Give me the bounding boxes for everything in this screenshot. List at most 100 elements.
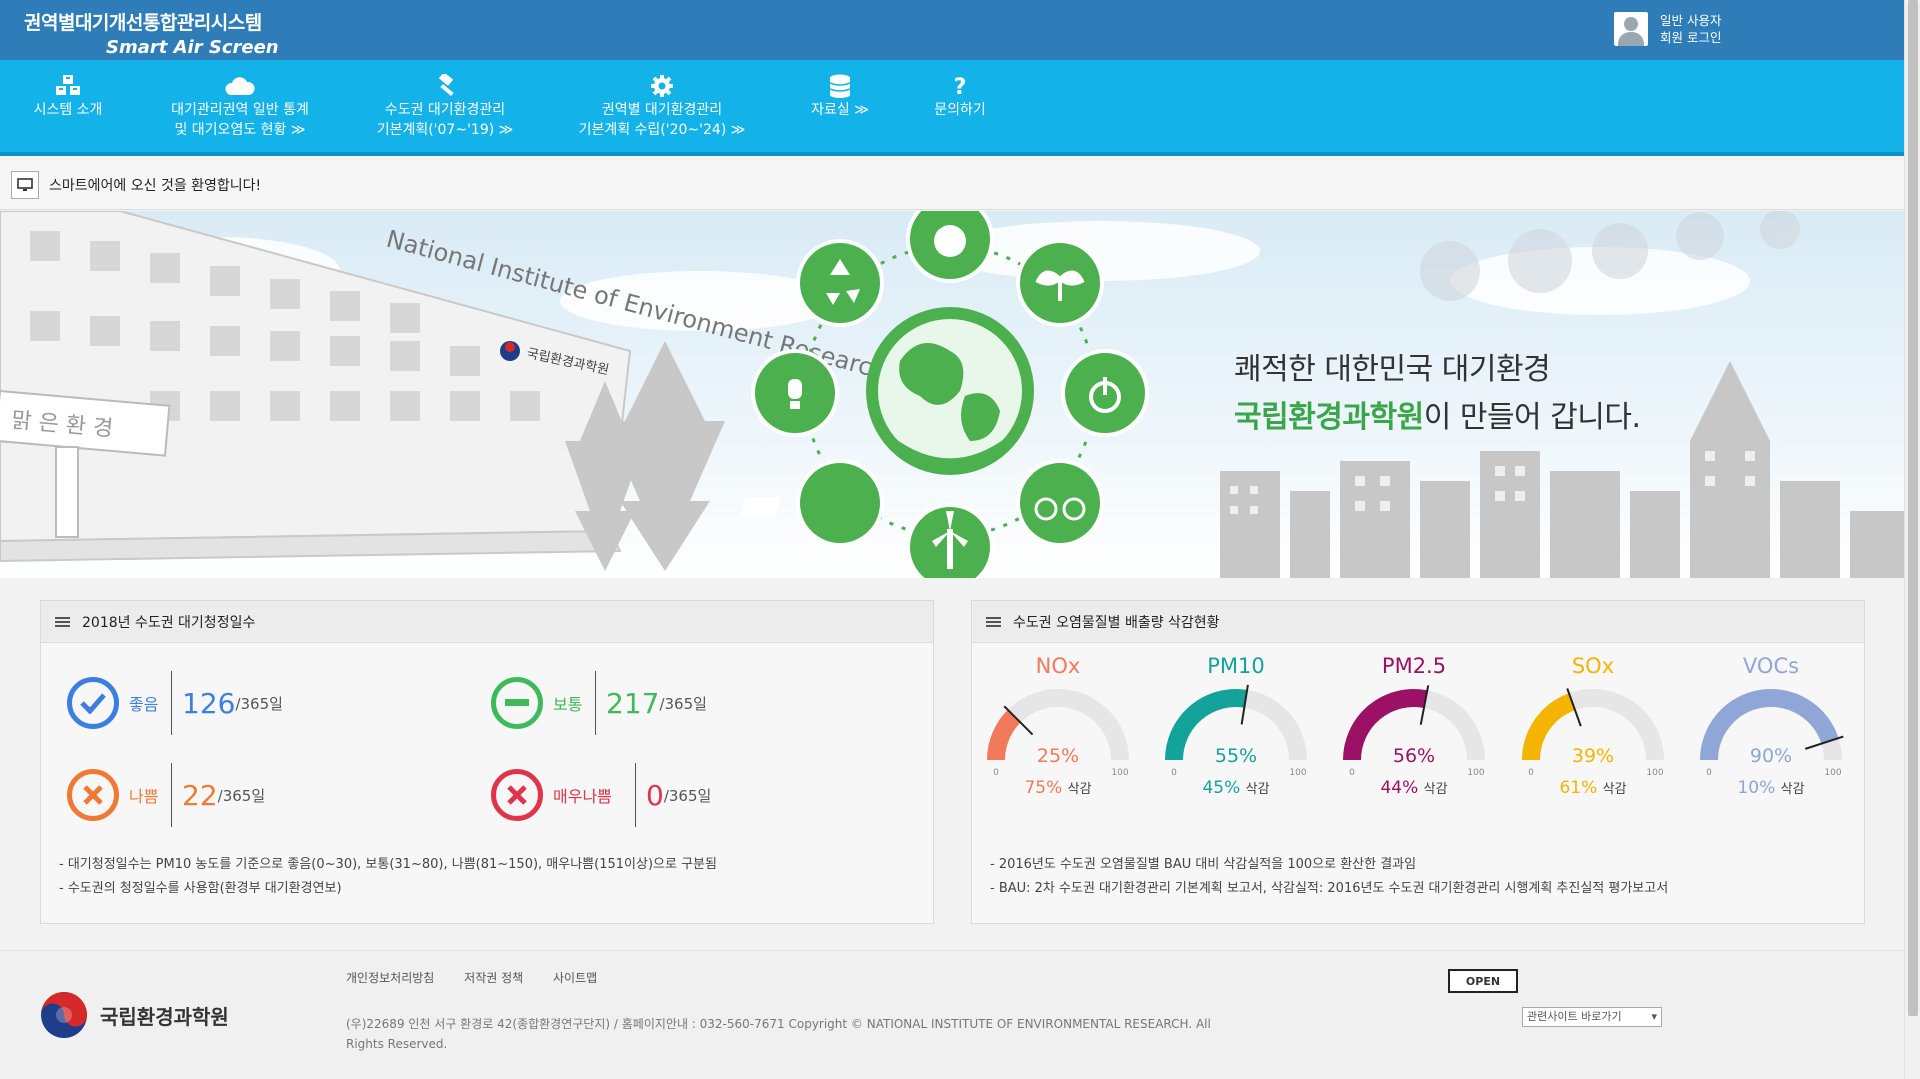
stat-label: 좋음 [129, 695, 159, 714]
nav-label: 및 대기오염도 현황 ≫ [174, 122, 306, 138]
header-bar: 권역별대기개선통합관리시스템 Smart Air Screen 일반 사용자 회… [0, 0, 1904, 60]
stat-moderate: 보통 217 /365일 [491, 671, 707, 735]
reduction-suffix: 삭감 [1602, 782, 1627, 797]
nav-label: 기본계획 수립('20~'24) ≫ [578, 122, 746, 138]
monitor-icon [11, 170, 39, 199]
gauge-reduction: 10% 삭감 [1686, 778, 1856, 798]
user-login-box[interactable]: 일반 사용자 회원 로그인 [1614, 12, 1721, 46]
nav-capital-plan[interactable]: 수도권 대기환경관리 기본계획('07~'19) ≫ [360, 74, 530, 140]
clean-days-panel: 2018년 수도권 대기청정일수 좋음 126 /365일 보통 217 /36… [40, 600, 934, 924]
gauge-min-label: 0 [1171, 768, 1177, 776]
reduction-suffix: 삭감 [1423, 782, 1448, 797]
page-scrollbar[interactable] [1904, 0, 1920, 1079]
reduction-suffix: 삭감 [1780, 782, 1805, 797]
footer-address: (우)22689 인천 서구 환경로 42(종합환경연구단지) / 홈페이지안내… [346, 1017, 1211, 1051]
privacy-policy-link[interactable]: 개인정보처리방침 [346, 971, 434, 985]
gauge-reduction: 45% 삭감 [1151, 778, 1321, 798]
related-sites-select[interactable]: 관련사이트 바로가기 ▾ [1522, 1007, 1662, 1027]
list-icon [55, 615, 70, 629]
sitemap-link[interactable]: 사이트맵 [553, 971, 597, 985]
gauge-dial: 25% 0 100 [987, 689, 1129, 776]
cubes-icon [56, 75, 80, 95]
nav-regional-plan[interactable]: 권역별 대기환경관리 기본계획 수립('20~'24) ≫ [562, 74, 762, 140]
footer-org-name: 국립환경과학원 [100, 1004, 229, 1029]
site-logo[interactable]: 권역별대기개선통합관리시스템 Smart Air Screen [24, 8, 279, 58]
list-icon [986, 615, 1001, 629]
gauge-vocs: VOCs 90% 0 100 10% 삭감 [1686, 654, 1856, 798]
stat-bad: 나쁨 22 /365일 [67, 763, 265, 827]
stat-denominator: /365일 [235, 694, 283, 713]
member-login-link[interactable]: 회원 로그인 [1660, 29, 1721, 46]
nav-label: 권역별 대기환경관리 [601, 102, 723, 118]
slogan-org: 국립환경과학원 [1234, 400, 1424, 435]
stat-good: 좋음 126 /365일 [67, 671, 283, 735]
hero-banner: National Institute of Environment Resear… [0, 211, 1904, 578]
panel-notes: - 2016년도 수도권 오염물질별 BAU 대비 삭감실적을 100으로 환산… [990, 853, 1668, 901]
avatar-icon [1614, 12, 1648, 46]
gauge-min-label: 0 [1706, 768, 1712, 776]
note-line: - BAU: 2차 수도권 대기환경관리 기본계획 보고서, 삭감실적: 201… [990, 881, 1669, 896]
stat-value: 22 [182, 778, 218, 812]
gear-icon [651, 75, 673, 97]
nav-label: 수도권 대기환경관리 [384, 102, 506, 118]
gauge-pm10: PM10 55% 0 100 45% 삭감 [1151, 654, 1321, 798]
footer-logo[interactable]: 국립환경과학원 [40, 991, 229, 1039]
nav-label: 시스템 소개 [33, 102, 103, 118]
nav-label: 문의하기 [934, 102, 986, 118]
gauge-reduction: 61% 삭감 [1508, 778, 1678, 798]
banner-slogan: 쾌적한 대한민국 대기환경 국립환경과학원이 만들어 갑니다. [1234, 346, 1641, 442]
gauge-min-label: 0 [1528, 768, 1534, 776]
gauge-min-label: 0 [993, 768, 999, 776]
stat-label: 매우나쁨 [553, 787, 612, 806]
related-sites-value: 관련사이트 바로가기 [1527, 1010, 1622, 1023]
gauge-label: SOx [1571, 654, 1615, 678]
reduction-value: 61% [1559, 778, 1598, 798]
gauge-label: NOx [1035, 654, 1081, 678]
stat-value: 126 [182, 686, 236, 720]
gauge-dial: 56% 0 100 [1343, 685, 1485, 776]
stat-denominator: /365일 [663, 786, 712, 805]
slogan-line2: 이 만들어 갑니다. [1423, 400, 1641, 435]
gauge-max-label: 100 [1289, 768, 1306, 776]
nav-label: 기본계획('07~'19) ≫ [376, 122, 514, 138]
gauge-nox: NOx 25% 0 100 75% 삭감 [973, 654, 1143, 798]
svg-text:?: ? [954, 75, 967, 98]
stat-value: 217 [606, 686, 660, 720]
gauge-percent: 90% [1750, 745, 1792, 767]
panel-notes: - 대기청정일수는 PM10 농도를 기준으로 좋음(0~30), 보통(31~… [59, 853, 717, 901]
copyright-policy-link[interactable]: 저작권 정책 [464, 971, 523, 985]
nav-inquiry[interactable]: ? 문의하기 [920, 74, 1000, 120]
nav-archive[interactable]: 자료실 ≫ [800, 74, 880, 120]
gauge-max-label: 100 [1824, 768, 1841, 776]
gauge-max-label: 100 [1111, 768, 1128, 776]
check-icon [67, 677, 119, 729]
x-circle-icon [491, 769, 543, 821]
slogan-line1: 쾌적한 대한민국 대기환경 [1234, 352, 1551, 387]
minus-icon [491, 677, 543, 729]
footer-links: 개인정보처리방침 저작권 정책 사이트맵 [346, 969, 623, 986]
reduction-suffix: 삭감 [1067, 782, 1092, 797]
reduction-value: 44% [1380, 778, 1419, 798]
welcome-message: 스마트에어에 오신 것을 환영합니다! [49, 177, 262, 194]
nav-label: 자료실 ≫ [811, 102, 869, 118]
open-license-badge[interactable]: OPEN [1448, 969, 1518, 993]
footer: 개인정보처리방침 저작권 정책 사이트맵 국립환경과학원 (우)22689 인천… [0, 950, 1904, 1079]
gauge-fill [987, 709, 1021, 761]
gauge-max-label: 100 [1646, 768, 1663, 776]
gauge-dial: 39% 0 100 [1522, 688, 1664, 776]
site-subtitle: Smart Air Screen [106, 37, 279, 58]
gauge-reduction: 44% 삭감 [1329, 778, 1499, 798]
user-type-label: 일반 사용자 [1660, 13, 1722, 28]
database-icon [829, 74, 851, 98]
gauge-label: VOCs [1742, 654, 1800, 678]
gauge-max-label: 100 [1467, 768, 1484, 776]
nav-system-intro[interactable]: 시스템 소개 [18, 74, 118, 120]
reduction-suffix: 삭감 [1245, 782, 1270, 797]
nav-region-stats[interactable]: 대기관리권역 일반 통계 및 대기오염도 현황 ≫ [150, 74, 330, 140]
cloud-icon [225, 77, 255, 95]
gauge-sox: SOx 39% 0 100 61% 삭감 [1508, 654, 1678, 798]
scroll-thumb[interactable] [1908, 0, 1918, 1016]
stat-denominator: /365일 [217, 786, 266, 805]
gauge-dial: 90% 0 100 [1700, 689, 1844, 776]
nav-label: 대기관리권역 일반 통계 [171, 102, 309, 118]
